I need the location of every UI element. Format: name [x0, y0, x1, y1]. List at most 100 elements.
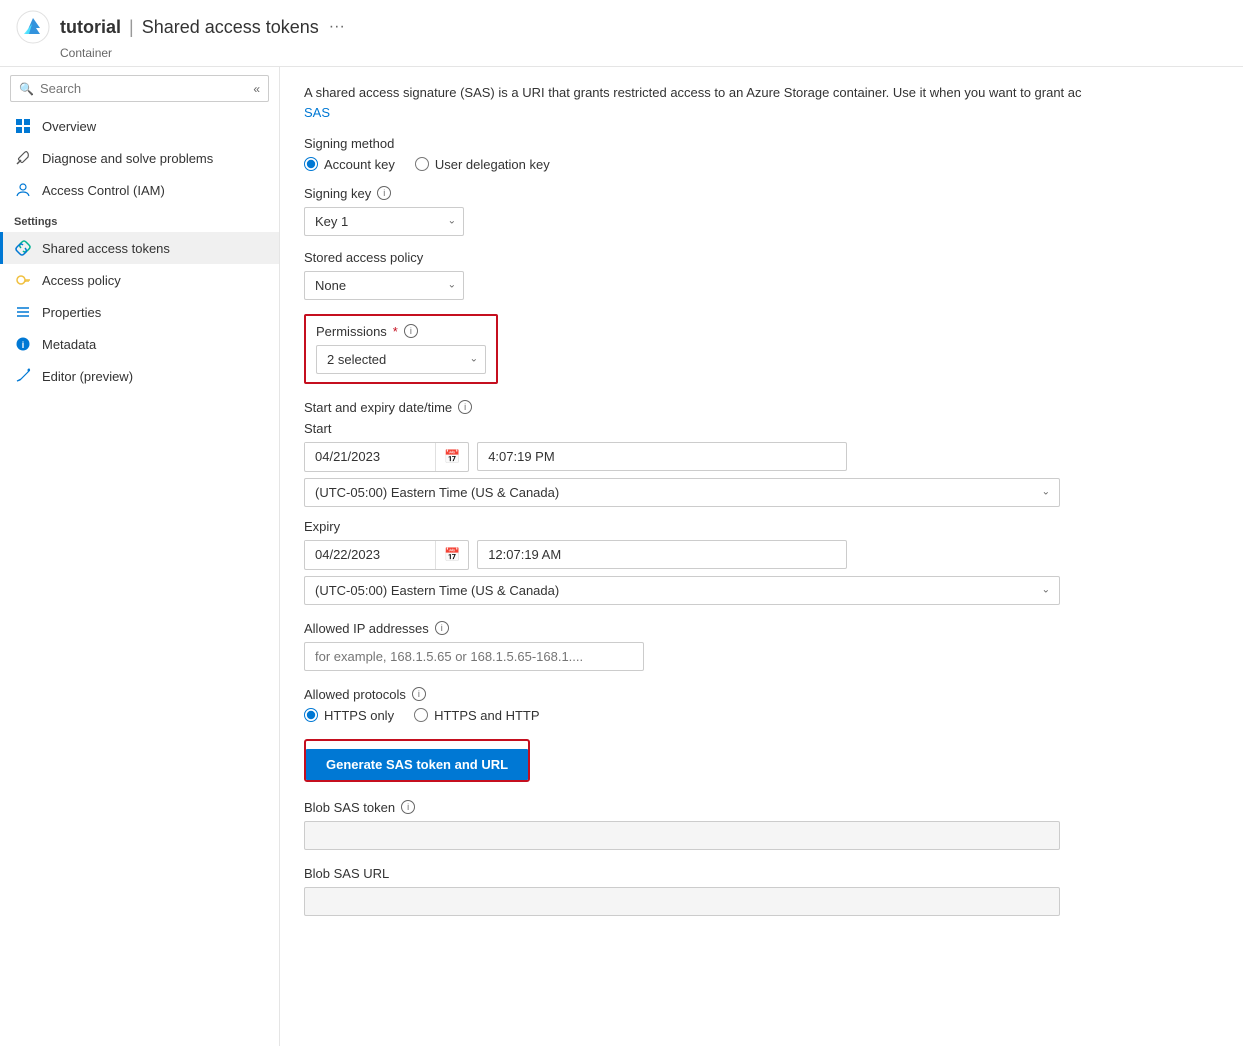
sidebar-item-diagnose[interactable]: Diagnose and solve problems: [0, 142, 279, 174]
expiry-label: Expiry: [304, 519, 1219, 534]
stored-policy-select[interactable]: None: [304, 271, 464, 300]
permissions-select[interactable]: 2 selected: [316, 345, 486, 374]
blob-sas-token-label: Blob SAS token: [304, 800, 395, 815]
stored-policy-label-text: Stored access policy: [304, 250, 1219, 265]
svg-text:i: i: [22, 340, 25, 350]
sidebar-item-metadata[interactable]: i Metadata: [0, 328, 279, 360]
expiry-date-input[interactable]: [305, 541, 435, 568]
allowed-ip-label: Allowed IP addresses: [304, 621, 429, 636]
sidebar: 🔍 « Overview Diagnose and solve problems…: [0, 67, 280, 1046]
sidebar-item-label-diagnose: Diagnose and solve problems: [42, 151, 213, 166]
generate-sas-button[interactable]: Generate SAS token and URL: [306, 749, 528, 780]
permissions-label-text: Permissions * i: [316, 324, 486, 339]
blob-sas-token-label-text: Blob SAS token i: [304, 800, 1219, 815]
settings-section-label: Settings: [0, 206, 279, 232]
signing-method-label: Signing method: [304, 136, 1219, 151]
header-separator: |: [129, 17, 134, 38]
collapse-icon[interactable]: «: [253, 82, 260, 96]
expiry-date-wrapper: 📅: [304, 540, 469, 570]
start-date-calendar-icon[interactable]: 📅: [435, 443, 468, 471]
permissions-box: Permissions * i 2 selected ⌄: [304, 314, 498, 384]
sidebar-item-access-control[interactable]: Access Control (IAM): [0, 174, 279, 206]
sidebar-item-label-iam: Access Control (IAM): [42, 183, 165, 198]
azure-logo: [16, 10, 50, 44]
content-description: A shared access signature (SAS) is a URI…: [304, 83, 1219, 103]
user-delegation-radio[interactable]: [415, 157, 429, 171]
grid-icon: [14, 117, 32, 135]
start-tz-wrapper: (UTC-05:00) Eastern Time (US & Canada) ⌄: [304, 478, 1060, 507]
key-icon: [14, 271, 32, 289]
allowed-ip-input[interactable]: [304, 642, 644, 671]
signing-key-select[interactable]: Key 1 Key 2: [304, 207, 464, 236]
start-expiry-info-icon[interactable]: i: [458, 400, 472, 414]
blob-sas-token-input[interactable]: [304, 821, 1060, 850]
sidebar-item-properties[interactable]: Properties: [0, 296, 279, 328]
expiry-tz-wrapper: (UTC-05:00) Eastern Time (US & Canada) ⌄: [304, 576, 1060, 605]
permissions-info-icon[interactable]: i: [404, 324, 418, 338]
sidebar-item-label-overview: Overview: [42, 119, 96, 134]
expiry-tz-select[interactable]: (UTC-05:00) Eastern Time (US & Canada): [304, 576, 1060, 605]
start-time-input[interactable]: [477, 442, 847, 471]
search-icon: 🔍: [19, 82, 34, 96]
https-only-radio[interactable]: [304, 708, 318, 722]
account-key-radio[interactable]: [304, 157, 318, 171]
permissions-select-wrapper: 2 selected ⌄: [316, 345, 486, 374]
expiry-time-input[interactable]: [477, 540, 847, 569]
signing-method-radio-group: Account key User delegation key: [304, 157, 1219, 172]
start-label: Start: [304, 421, 1219, 436]
header-dots[interactable]: ···: [329, 18, 345, 36]
content-area: A shared access signature (SAS) is a URI…: [280, 67, 1243, 1046]
bars-icon: [14, 303, 32, 321]
expiry-date-calendar-icon[interactable]: 📅: [435, 541, 468, 569]
https-http-option[interactable]: HTTPS and HTTP: [414, 708, 539, 723]
https-http-radio[interactable]: [414, 708, 428, 722]
sas-link[interactable]: SAS: [304, 105, 330, 120]
resource-name: tutorial: [60, 17, 121, 38]
info-circle-icon: i: [14, 335, 32, 353]
user-delegation-label: User delegation key: [435, 157, 550, 172]
permissions-label: Permissions: [316, 324, 387, 339]
account-key-option[interactable]: Account key: [304, 157, 395, 172]
sidebar-item-access-policy[interactable]: Access policy: [0, 264, 279, 296]
sidebar-item-label-shared-access-tokens: Shared access tokens: [42, 241, 170, 256]
page-title: Shared access tokens: [142, 17, 319, 38]
sidebar-item-overview[interactable]: Overview: [0, 110, 279, 142]
blob-sas-url-label: Blob SAS URL: [304, 866, 1219, 881]
user-delegation-key-option[interactable]: User delegation key: [415, 157, 550, 172]
sidebar-item-label-editor: Editor (preview): [42, 369, 133, 384]
wrench-icon: [14, 149, 32, 167]
start-tz-select[interactable]: (UTC-05:00) Eastern Time (US & Canada): [304, 478, 1060, 507]
signing-key-label: Signing key: [304, 186, 371, 201]
header: tutorial | Shared access tokens ··· Cont…: [0, 0, 1243, 67]
sidebar-item-shared-access-tokens[interactable]: Shared access tokens: [0, 232, 279, 264]
start-expiry-label: Start and expiry date/time: [304, 400, 452, 415]
signing-key-label-text: Signing key i: [304, 186, 1219, 201]
signing-key-select-wrapper: Key 1 Key 2 ⌄: [304, 207, 464, 236]
start-expiry-label-text: Start and expiry date/time i: [304, 400, 1219, 415]
https-only-option[interactable]: HTTPS only: [304, 708, 394, 723]
start-date-input[interactable]: [305, 443, 435, 470]
allowed-protocols-label: Allowed protocols: [304, 687, 406, 702]
allowed-protocols-label-text: Allowed protocols i: [304, 687, 1219, 702]
permissions-required: *: [393, 324, 398, 339]
stored-policy-select-wrapper: None ⌄: [304, 271, 464, 300]
sidebar-item-editor[interactable]: Editor (preview): [0, 360, 279, 392]
blob-sas-token-info-icon[interactable]: i: [401, 800, 415, 814]
sidebar-item-label-metadata: Metadata: [42, 337, 96, 352]
sidebar-item-label-access-policy: Access policy: [42, 273, 121, 288]
search-input[interactable]: [40, 81, 249, 96]
sidebar-item-label-properties: Properties: [42, 305, 101, 320]
allowed-protocols-info-icon[interactable]: i: [412, 687, 426, 701]
allowed-ip-info-icon[interactable]: i: [435, 621, 449, 635]
pencil-icon: [14, 367, 32, 385]
start-date-wrapper: 📅: [304, 442, 469, 472]
header-sub-label: Container: [0, 46, 1243, 66]
allowed-ip-label-text: Allowed IP addresses i: [304, 621, 1219, 636]
account-key-label: Account key: [324, 157, 395, 172]
person-icon: [14, 181, 32, 199]
signing-key-info-icon[interactable]: i: [377, 186, 391, 200]
https-only-label: HTTPS only: [324, 708, 394, 723]
protocols-radio-group: HTTPS only HTTPS and HTTP: [304, 708, 1219, 723]
blob-sas-url-input[interactable]: [304, 887, 1060, 916]
https-http-label: HTTPS and HTTP: [434, 708, 539, 723]
